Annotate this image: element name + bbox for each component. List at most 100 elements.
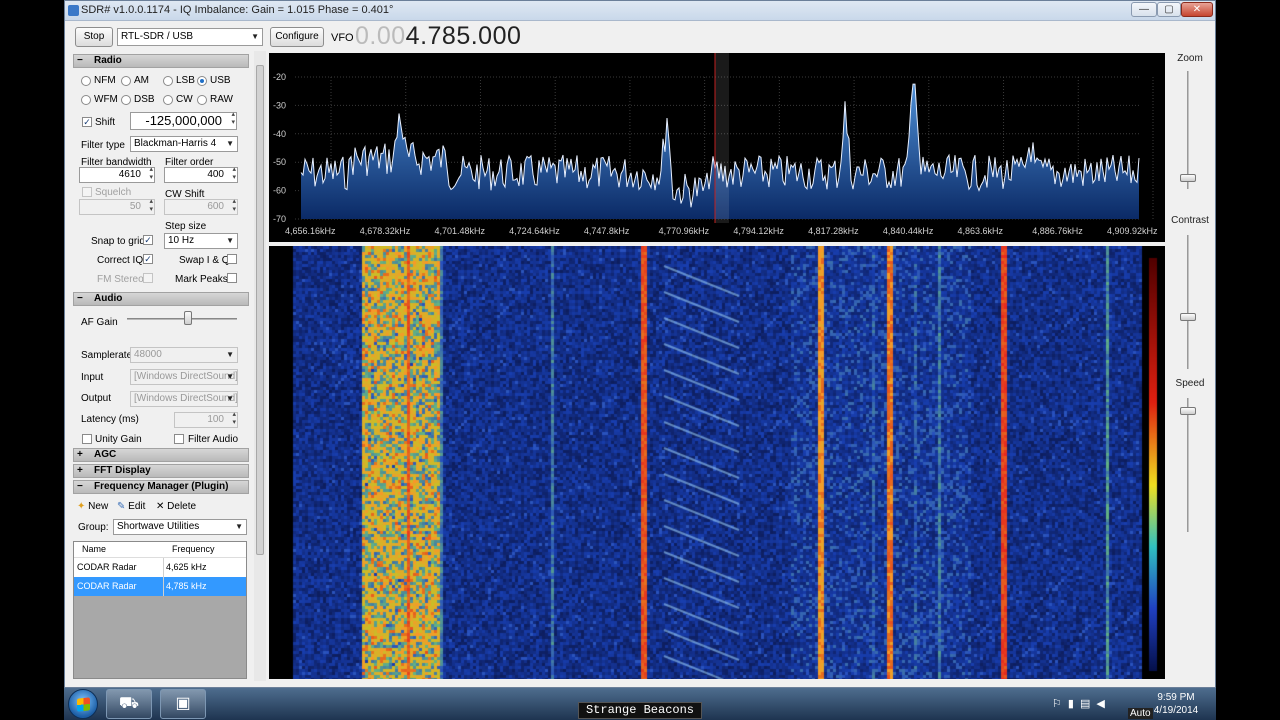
snap-to-grid-checkbox[interactable]: ✓ — [143, 235, 153, 245]
output-device-select[interactable]: [Windows DirectSound] ▼ — [130, 391, 238, 407]
contrast-slider-track[interactable] — [1187, 235, 1189, 369]
filter-bandwidth-input[interactable]: 4610 — [79, 166, 155, 183]
mode-radio-raw[interactable] — [197, 95, 207, 105]
filter-order-input[interactable]: 400 — [164, 166, 238, 183]
section-title: FFT Display — [94, 465, 151, 476]
squelch-checkbox[interactable] — [82, 187, 92, 197]
step-size-value: 10 Hz — [168, 235, 195, 246]
input-device-value: [Windows DirectSound] — [134, 371, 238, 382]
scrollbar-thumb[interactable] — [256, 65, 264, 555]
y-tick-label: -50 — [273, 157, 286, 167]
zoom-slider-track[interactable] — [1187, 71, 1189, 189]
latency-input[interactable]: 100 — [174, 411, 238, 428]
correct-iq-checkbox[interactable]: ✓ — [143, 254, 153, 264]
waterfall-display[interactable] — [269, 246, 1165, 679]
mark-peaks-checkbox[interactable] — [227, 273, 237, 283]
squelch-input[interactable]: 50 — [79, 198, 155, 215]
delete-label: Delete — [167, 501, 197, 512]
unity-gain-label: Unity Gain — [95, 434, 142, 445]
shift-checkbox[interactable]: ✓ — [82, 117, 92, 127]
speed-slider-track[interactable] — [1187, 398, 1189, 532]
row-frequency: 4,625 kHz — [163, 558, 207, 577]
y-tick-label: -40 — [273, 129, 286, 139]
spectrum-analyzer[interactable]: -20 -30 -40 -50 -60 -70 4,656.16kHz 4,678.32kHz… — [269, 53, 1165, 242]
audio-section-header[interactable]: − Audio — [73, 292, 249, 306]
af-gain-slider-track[interactable] — [127, 318, 237, 320]
mode-radio-lsb[interactable] — [163, 76, 173, 86]
chevron-down-icon: ▼ — [226, 236, 234, 245]
configure-button[interactable]: Configure — [270, 27, 324, 47]
x-tick-label: 4,701.48kHz — [434, 226, 485, 236]
mode-radio-wfm[interactable] — [81, 95, 91, 105]
name-column-header[interactable]: Name — [82, 544, 106, 554]
mode-radio-usb[interactable] — [197, 76, 207, 86]
filter-audio-checkbox[interactable] — [174, 434, 184, 444]
speed-slider-thumb[interactable] — [1180, 407, 1196, 415]
radio-section-header[interactable]: − Radio — [73, 54, 249, 68]
close-button[interactable]: ✕ — [1181, 2, 1213, 17]
edit-frequency-button[interactable]: ✎ Edit — [117, 501, 145, 512]
table-row-selected[interactable]: CODAR Radar 4,785 kHz — [74, 577, 246, 596]
waterfall-canvas[interactable] — [269, 246, 1165, 679]
source-select[interactable]: RTL-SDR / USB ▼ — [117, 28, 263, 46]
start-button[interactable] — [68, 689, 98, 719]
table-row[interactable]: CODAR Radar 4,625 kHz — [74, 558, 246, 577]
step-size-select[interactable]: 10 Hz ▼ — [164, 233, 238, 249]
fft-display-section-header[interactable]: + FFT Display — [73, 464, 249, 478]
stop-button[interactable]: Stop — [75, 27, 113, 47]
row-frequency: 4,785 kHz — [163, 577, 207, 596]
filter-type-label: Filter type — [81, 140, 125, 151]
shift-frequency-input[interactable]: -125,000,000 — [130, 111, 237, 130]
filter-audio-label: Filter Audio — [188, 434, 239, 445]
expand-icon: + — [77, 449, 83, 460]
swap-iq-checkbox[interactable] — [227, 254, 237, 264]
unity-gain-checkbox[interactable] — [82, 434, 92, 444]
cw-shift-input[interactable]: 600 — [164, 198, 238, 215]
group-value: Shortwave Utilities — [117, 521, 200, 532]
table-header: Name Frequency — [74, 542, 246, 558]
mode-radio-dsb[interactable] — [121, 95, 131, 105]
delete-frequency-button[interactable]: ✕ Delete — [156, 501, 196, 512]
frequency-manager-section-header[interactable]: − Frequency Manager (Plugin) — [73, 480, 249, 494]
samplerate-select[interactable]: 48000 ▼ — [130, 347, 238, 363]
mode-label-am: AM — [134, 75, 149, 86]
spectrum-plot[interactable]: -20 -30 -40 -50 -60 -70 4,656.16kHz 4,678.32kHz… — [269, 53, 1165, 242]
delete-icon: ✕ — [156, 501, 165, 512]
x-tick-label: 4,863.6kHz — [958, 226, 1004, 236]
mode-radio-cw[interactable] — [163, 95, 173, 105]
y-tick-label: -30 — [273, 100, 286, 110]
agc-section-header[interactable]: + AGC — [73, 448, 249, 462]
group-select[interactable]: Shortwave Utilities ▼ — [113, 519, 247, 535]
clock[interactable]: 9:59 PM 4/19/2014 — [1148, 691, 1204, 717]
section-title: AGC — [94, 449, 117, 460]
af-gain-slider-thumb[interactable] — [183, 311, 192, 325]
filter-type-select[interactable]: Blackman-Harris 4 ▼ — [130, 136, 238, 152]
taskbar-video-app[interactable]: ▣ — [160, 689, 206, 719]
collapse-icon: − — [77, 293, 83, 304]
vfo-frequency-display[interactable]: 0.004.785.000 — [355, 22, 521, 51]
mode-radio-nfm[interactable] — [81, 76, 91, 86]
y-tick-label: -60 — [273, 186, 286, 196]
network-icon: ▤ — [1079, 698, 1097, 710]
title-bar[interactable]: SDR# v1.0.0.1174 - IQ Imbalance: Gain = … — [65, 1, 1215, 21]
x-tick-label: 4,817.28kHz — [808, 226, 859, 236]
mode-radio-am[interactable] — [121, 76, 131, 86]
fm-stereo-checkbox[interactable] — [143, 273, 153, 283]
minimize-button[interactable]: — — [1131, 2, 1157, 17]
control-panel-scrollbar[interactable] — [254, 51, 266, 681]
maximize-button[interactable]: ▢ — [1157, 2, 1181, 17]
contrast-slider-thumb[interactable] — [1180, 313, 1196, 321]
zoom-slider-thumb[interactable] — [1180, 174, 1196, 182]
system-tray[interactable]: ⚐▮▤◀ — [1052, 697, 1111, 710]
clock-time: 9:59 PM — [1157, 692, 1195, 703]
input-device-select[interactable]: [Windows DirectSound] ▼ — [130, 369, 238, 385]
new-frequency-button[interactable]: ✦ New — [77, 501, 108, 512]
frequency-column-header[interactable]: Frequency — [172, 544, 215, 554]
taskbar-sdr-app[interactable]: ⛟ — [106, 689, 152, 719]
mode-label-raw: RAW — [210, 94, 233, 105]
x-tick-label: 4,770.96kHz — [659, 226, 710, 236]
frequency-table: Name Frequency CODAR Radar 4,625 kHz COD… — [73, 541, 247, 679]
vfo-label: VFO — [331, 32, 354, 44]
x-tick-label: 4,724.64kHz — [509, 226, 560, 236]
row-name: CODAR Radar — [77, 581, 137, 591]
